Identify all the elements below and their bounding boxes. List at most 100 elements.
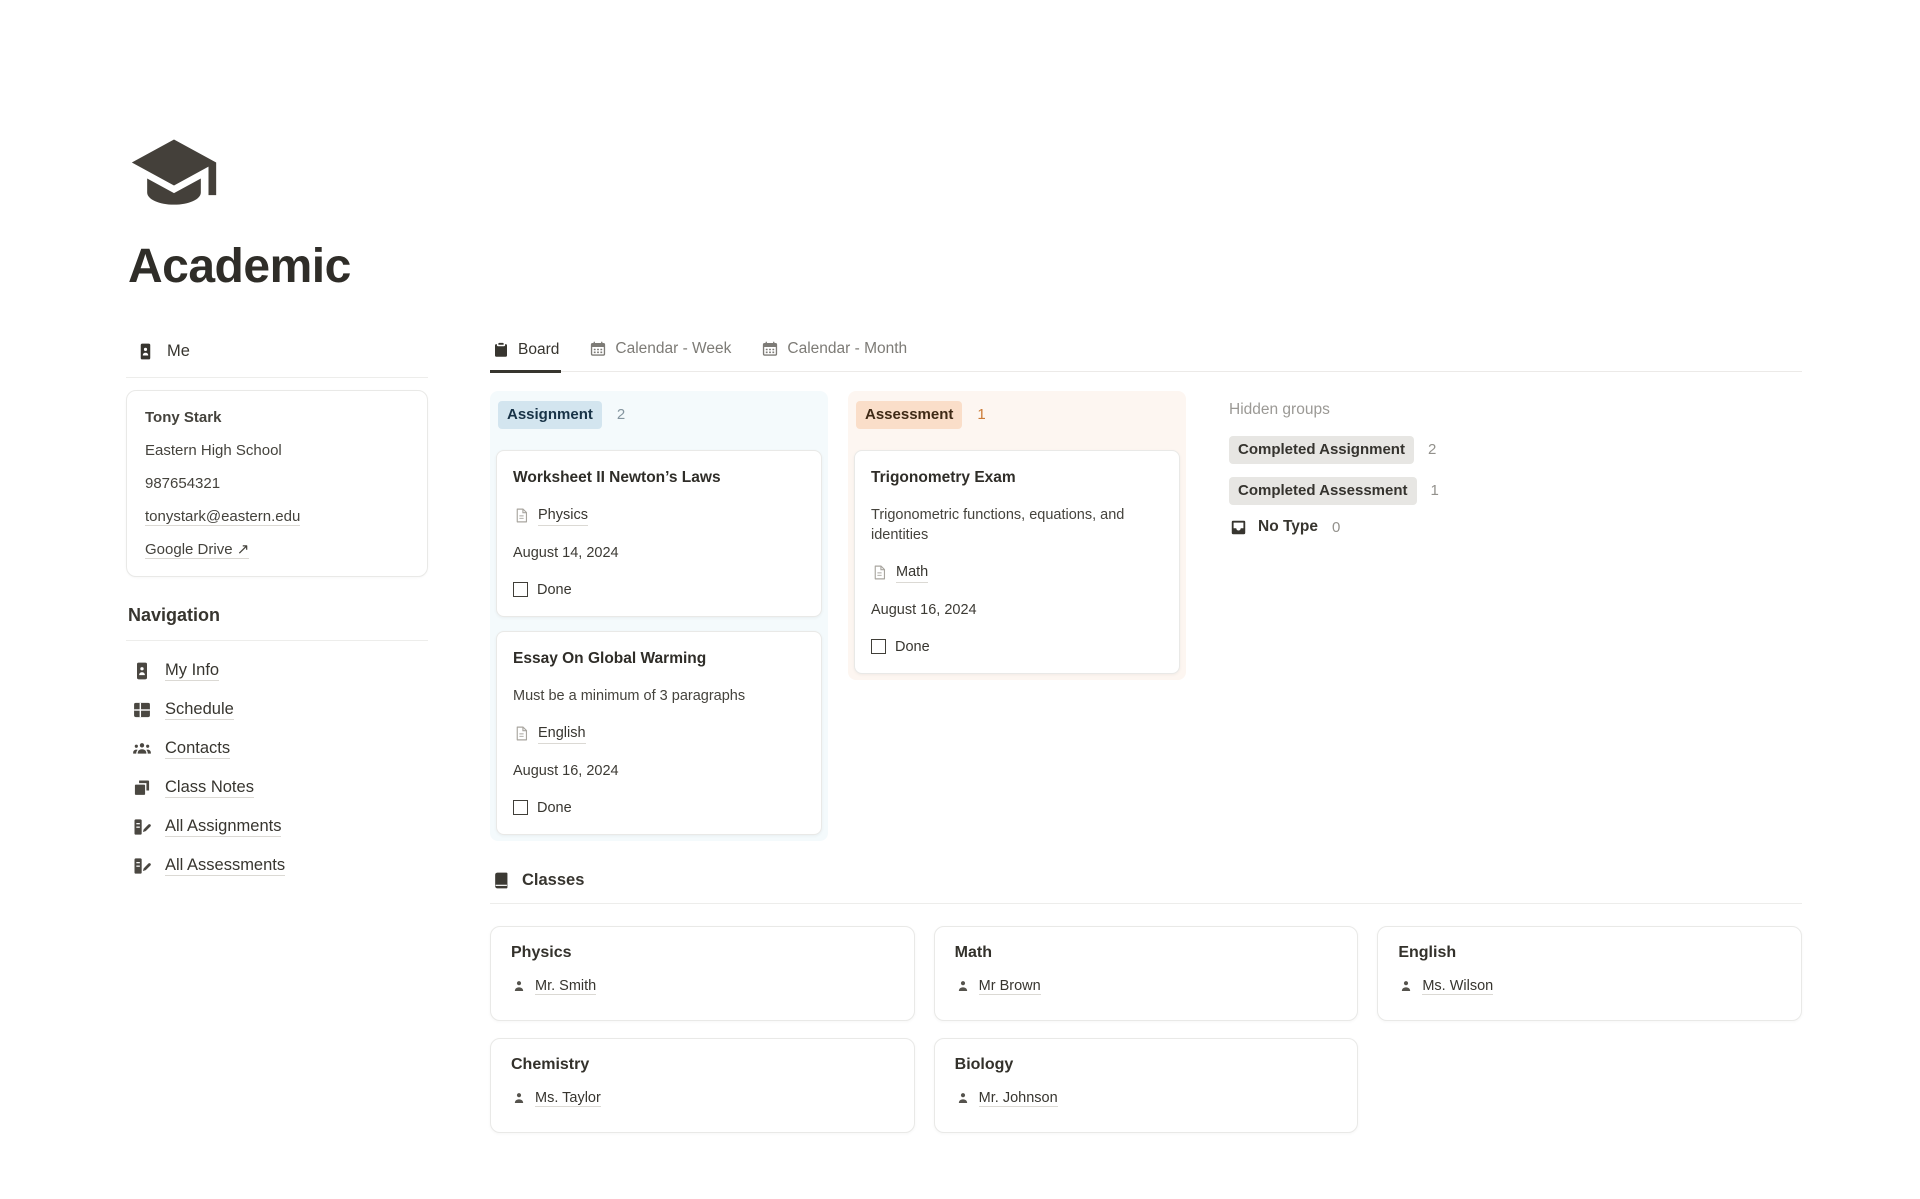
class-link[interactable]: Math <box>896 562 928 583</box>
hidden-group-count: 0 <box>1332 519 1340 536</box>
tab-calendar-week[interactable]: Calendar - Week <box>587 336 733 371</box>
column-header[interactable]: Assessment 1 <box>856 401 1180 429</box>
checkbox-icon[interactable] <box>513 582 528 597</box>
checkbox-label: Done <box>537 580 572 600</box>
teacher-link[interactable]: Ms. Wilson <box>1422 978 1493 995</box>
class-name: Chemistry <box>511 1056 894 1074</box>
class-card-physics[interactable]: Physics Mr. Smith <box>490 926 915 1021</box>
sidebar-item-all-assessments[interactable]: All Assessments <box>132 856 428 876</box>
class-name: English <box>1398 944 1781 962</box>
sidebar-item-schedule[interactable]: Schedule <box>132 700 428 720</box>
google-drive-link[interactable]: Google Drive ↗ <box>145 541 249 559</box>
tab-label: Calendar - Week <box>615 340 731 358</box>
person-icon <box>1398 978 1414 994</box>
page-icon <box>513 725 530 742</box>
sidebar-item-label: Contacts <box>165 739 230 759</box>
hidden-group-count: 2 <box>1428 441 1436 458</box>
page-icon <box>871 564 888 581</box>
card-description: Must be a minimum of 3 paragraphs <box>513 686 805 706</box>
card-description: Trigonometric functions, equations, and … <box>871 505 1163 545</box>
table-icon <box>132 700 152 720</box>
classes-title: Classes <box>522 871 584 890</box>
teacher-link[interactable]: Ms. Taylor <box>535 1090 601 1107</box>
column-count: 2 <box>617 406 625 423</box>
person-icon <box>511 1090 527 1106</box>
sidebar-item-label: Class Notes <box>165 778 254 798</box>
class-name: Math <box>955 944 1338 962</box>
class-link[interactable]: Physics <box>538 505 588 526</box>
checkbox-label: Done <box>537 798 572 818</box>
board-column-assignment: Assignment 2 Worksheet II Newton’s Laws … <box>490 391 828 841</box>
hidden-group-completed-assignment[interactable]: Completed Assignment 2 <box>1229 436 1439 464</box>
tab-calendar-month[interactable]: Calendar - Month <box>759 336 909 371</box>
hidden-groups: Hidden groups Completed Assignment 2 Com… <box>1229 391 1439 550</box>
profile-card: Tony Stark Eastern High School 987654321… <box>126 390 428 577</box>
tab-board[interactable]: Board <box>490 337 561 373</box>
card-due-date: August 16, 2024 <box>513 761 805 781</box>
people-icon <box>132 739 152 759</box>
id-card-icon <box>136 342 155 361</box>
sidebar-item-label: All Assignments <box>165 817 281 837</box>
sidebar-item-class-notes[interactable]: Class Notes <box>132 778 428 798</box>
teacher-link[interactable]: Mr. Smith <box>535 978 596 995</box>
inbox-icon <box>1229 518 1248 537</box>
person-icon <box>955 1090 971 1106</box>
class-card-biology[interactable]: Biology Mr. Johnson <box>934 1038 1359 1133</box>
column-badge: Assignment <box>498 401 602 429</box>
hidden-group-badge: Completed Assessment <box>1229 477 1417 505</box>
done-row: Done <box>871 637 1163 657</box>
column-count: 1 <box>977 406 985 423</box>
sidebar-item-contacts[interactable]: Contacts <box>132 739 428 759</box>
checkbox-icon[interactable] <box>513 800 528 815</box>
external-link-icon: ↗ <box>237 541 250 558</box>
teacher-link[interactable]: Mr. Johnson <box>979 1090 1058 1107</box>
id-card-icon <box>132 661 152 681</box>
sidebar-item-all-assignments[interactable]: All Assignments <box>132 817 428 837</box>
person-icon <box>511 978 527 994</box>
calendar-icon <box>589 340 607 358</box>
card-due-date: August 14, 2024 <box>513 543 805 563</box>
hidden-group-count: 1 <box>1431 482 1439 499</box>
hidden-group-badge: Completed Assignment <box>1229 436 1414 464</box>
board-view: Assignment 2 Worksheet II Newton’s Laws … <box>490 391 1802 841</box>
sidebar-item-label: My Info <box>165 661 219 681</box>
class-card-math[interactable]: Math Mr Brown <box>934 926 1359 1021</box>
tab-label: Board <box>518 341 559 359</box>
board-card-essay[interactable]: Essay On Global Warming Must be a minimu… <box>496 631 822 835</box>
hidden-group-label: No Type <box>1258 518 1318 536</box>
card-title: Worksheet II Newton’s Laws <box>513 467 805 488</box>
class-link[interactable]: English <box>538 723 586 744</box>
sidebar: Me Tony Stark Eastern High School 987654… <box>126 342 428 895</box>
page-icon <box>513 507 530 524</box>
card-title: Trigonometry Exam <box>871 467 1163 488</box>
academic-page: Academic Me Tony Stark Eastern High Scho… <box>0 0 1920 1199</box>
teacher-link[interactable]: Mr Brown <box>979 978 1041 995</box>
class-card-english[interactable]: English Ms. Wilson <box>1377 926 1802 1021</box>
column-header[interactable]: Assignment 2 <box>498 401 822 429</box>
profile-name: Tony Stark <box>145 407 409 428</box>
sidebar-item-label: Schedule <box>165 700 234 720</box>
page-title: Academic <box>128 239 351 294</box>
classes-section: Classes Physics Mr. Smith Math Mr Brown <box>490 871 1802 1133</box>
checkbox-icon[interactable] <box>871 639 886 654</box>
hidden-groups-title: Hidden groups <box>1229 401 1439 419</box>
profile-email-link[interactable]: tonystark@eastern.edu <box>145 508 300 526</box>
profile-student-id: 987654321 <box>145 473 409 494</box>
hidden-group-completed-assessment[interactable]: Completed Assessment 1 <box>1229 477 1439 505</box>
main-content: Board Calendar - Week Calendar - Month A… <box>490 336 1802 1133</box>
navigation-list: My Info Schedule Contacts Class Notes Al… <box>126 661 428 876</box>
class-grid: Physics Mr. Smith Math Mr Brown English <box>490 926 1802 1133</box>
class-name: Physics <box>511 944 894 962</box>
hidden-group-no-type[interactable]: No Type 0 <box>1229 518 1439 537</box>
board-column-assessment: Assessment 1 Trigonometry Exam Trigonome… <box>848 391 1186 680</box>
board-card-trigonometry[interactable]: Trigonometry Exam Trigonometric function… <box>854 450 1180 674</box>
sidebar-item-my-info[interactable]: My Info <box>132 661 428 681</box>
profile-school: Eastern High School <box>145 440 409 461</box>
card-due-date: August 16, 2024 <box>871 600 1163 620</box>
person-icon <box>955 978 971 994</box>
class-card-chemistry[interactable]: Chemistry Ms. Taylor <box>490 1038 915 1133</box>
view-tabs: Board Calendar - Week Calendar - Month <box>490 336 1802 372</box>
clipboard-icon <box>492 341 510 359</box>
board-card-worksheet[interactable]: Worksheet II Newton’s Laws Physics Augus… <box>496 450 822 617</box>
done-row: Done <box>513 798 805 818</box>
